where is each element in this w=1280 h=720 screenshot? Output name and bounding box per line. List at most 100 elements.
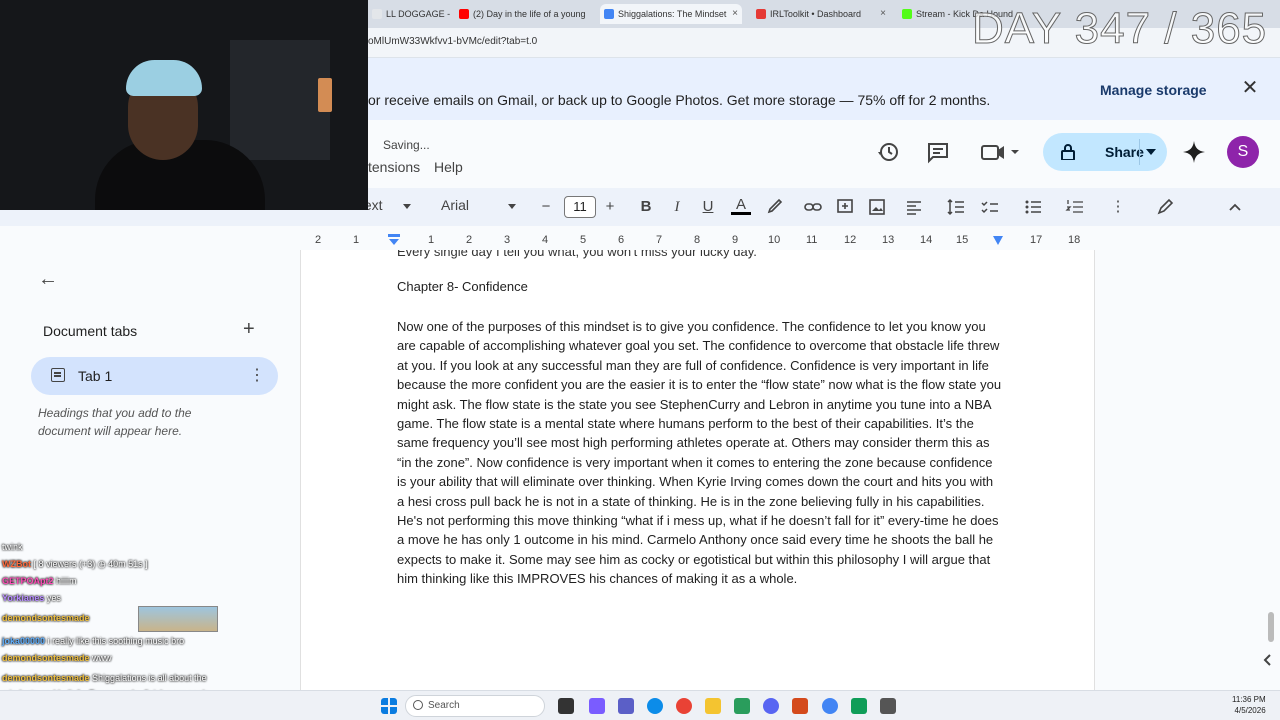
chrome-icon[interactable] <box>676 698 692 714</box>
bulleted-list-icon[interactable] <box>1023 197 1043 217</box>
webcam-lamp <box>318 78 332 112</box>
version-history-icon[interactable] <box>876 140 900 164</box>
windows-taskbar: Search 11:36 PM 4/5/2026 <box>0 690 1280 720</box>
app-icon[interactable] <box>880 698 896 714</box>
decrease-font-size-icon[interactable]: − <box>536 197 556 217</box>
increase-font-size-icon[interactable]: + <box>600 197 620 217</box>
chat-username: demondsontesmade <box>2 613 90 623</box>
link-icon[interactable] <box>803 197 823 217</box>
chat-text: [ 8 viewers (+3) ◷ 40m 51s ] <box>33 559 148 569</box>
right-indent-marker-icon[interactable] <box>993 236 1003 245</box>
system-clock[interactable]: 11:36 PM 4/5/2026 <box>1232 694 1266 716</box>
line-spacing-icon[interactable] <box>946 197 966 217</box>
horizontal-ruler[interactable]: 2 1 1 2 3 4 5 6 7 8 9 10 11 12 13 14 15 … <box>300 232 1095 248</box>
chrome-active-icon[interactable] <box>822 698 838 714</box>
browser-tab-label: LL DOGGAGE - <box>386 9 450 19</box>
underline-icon[interactable]: U <box>698 197 718 217</box>
chat-message: twink <box>2 542 23 552</box>
chat-text: twink <box>2 542 23 552</box>
body-paragraph[interactable]: Now one of the purposes of this mindset … <box>397 317 1003 589</box>
chat-username: GETPOApt2 <box>2 576 54 586</box>
document-page[interactable]: Every single day I tell you what, you wo… <box>300 250 1095 690</box>
chat-username: joka00000 <box>2 636 46 646</box>
ruler-number: 2 <box>315 234 322 246</box>
chat-username: WZBot <box>2 559 31 569</box>
file-explorer-icon[interactable] <box>705 698 721 714</box>
comments-icon[interactable] <box>926 140 950 164</box>
chat-message: WZBot [ 8 viewers (+3) ◷ 40m 51s ] <box>2 559 148 570</box>
indent-marker-icon[interactable] <box>388 234 400 246</box>
insert-image-icon[interactable] <box>867 197 887 217</box>
text-color-icon[interactable]: A <box>731 197 751 215</box>
align-left-icon[interactable] <box>904 197 924 217</box>
webcam-background <box>230 40 330 160</box>
app-icon[interactable] <box>734 698 750 714</box>
font-select[interactable]: Arial <box>441 197 469 217</box>
streamer-beanie <box>126 60 202 96</box>
chat-username: Yorkianes <box>2 593 45 603</box>
ruler-number: 18 <box>1068 234 1081 246</box>
chevron-left-icon[interactable] <box>1258 650 1278 670</box>
stream-chat: twink WZBot [ 8 viewers (+3) ◷ 40m 51s ]… <box>0 540 250 715</box>
scrollbar[interactable] <box>1268 612 1274 642</box>
back-arrow-icon[interactable]: ← <box>38 268 58 291</box>
add-tab-icon[interactable]: + <box>243 318 255 341</box>
browser-tab[interactable]: (2) Day in the life of a young <box>455 4 595 24</box>
banner-message: or receive emails on Gmail, or back up t… <box>368 92 991 108</box>
chat-message: Yorkianes yes <box>2 593 61 603</box>
windows-start-icon[interactable] <box>381 698 397 714</box>
avatar[interactable]: S <box>1227 136 1259 168</box>
teams-icon[interactable] <box>618 698 634 714</box>
taskbar-search-placeholder: Search <box>428 700 460 711</box>
clock-date: 4/5/2026 <box>1234 706 1266 715</box>
chevron-down-icon[interactable] <box>403 204 411 209</box>
browser-tab-active[interactable]: Shiggalations: The Mindset × <box>600 4 742 24</box>
document-tabs-title: Document tabs <box>43 323 138 339</box>
irltoolkit-icon <box>756 9 766 19</box>
manage-storage-button[interactable]: Manage storage <box>1100 82 1207 98</box>
italic-icon[interactable]: I <box>667 197 687 217</box>
task-view-icon[interactable] <box>558 698 574 714</box>
search-icon <box>413 700 423 710</box>
chat-username: demondsontesmade <box>2 673 90 683</box>
browser-tab[interactable]: IRLToolkit • Dashboard × <box>752 4 890 24</box>
gemini-icon[interactable] <box>1182 140 1206 164</box>
taskbar-search[interactable]: Search <box>405 695 545 717</box>
hide-menus-icon[interactable] <box>1225 197 1245 217</box>
tab-1[interactable]: Tab 1 ⋮ <box>31 357 278 395</box>
ruler-number: 15 <box>956 234 969 246</box>
checklist-icon[interactable] <box>980 197 1000 217</box>
chat-emote-image <box>138 606 218 632</box>
highlight-icon[interactable] <box>765 197 785 217</box>
ruler-number: 13 <box>882 234 895 246</box>
url-text[interactable]: oMlUmW33Wkfvv1-bVMc/edit?tab=t.0 <box>368 36 537 47</box>
close-tab-icon[interactable]: × <box>732 4 738 24</box>
chapter-heading[interactable]: Chapter 8- Confidence <box>397 279 528 294</box>
close-tab-icon[interactable]: × <box>880 4 886 24</box>
font-size-input[interactable]: 11 <box>564 196 596 218</box>
more-options-icon[interactable]: ⋮ <box>1108 197 1128 217</box>
meet-icon[interactable] <box>980 140 1020 164</box>
numbered-list-icon[interactable] <box>1065 197 1085 217</box>
bold-icon[interactable]: B <box>636 197 656 217</box>
chat-text: hiiiim <box>56 576 77 586</box>
app-icon[interactable] <box>792 698 808 714</box>
google-docs-icon <box>604 9 614 19</box>
app-icon[interactable] <box>851 698 867 714</box>
copilot-icon[interactable] <box>589 698 605 714</box>
editing-mode-icon[interactable] <box>1155 197 1175 217</box>
browser-tab[interactable]: LL DOGGAGE - <box>368 4 450 24</box>
share-button[interactable]: Share <box>1043 133 1167 171</box>
close-icon[interactable]: ✕ <box>1240 78 1260 98</box>
chevron-down-icon[interactable] <box>1146 149 1156 155</box>
discord-icon[interactable] <box>763 698 779 714</box>
outline-hint: Headings that you add to the document wi… <box>38 406 192 438</box>
edge-icon[interactable] <box>647 698 663 714</box>
chat-text: i really like this soothing music bro <box>47 636 185 646</box>
more-options-icon[interactable]: ⋮ <box>249 365 265 385</box>
menu-help[interactable]: Help <box>434 159 463 175</box>
ruler-number: 1 <box>428 234 435 246</box>
add-comment-icon[interactable] <box>835 197 855 217</box>
menu-extensions[interactable]: tensions <box>368 159 420 175</box>
chevron-down-icon[interactable] <box>508 204 516 209</box>
